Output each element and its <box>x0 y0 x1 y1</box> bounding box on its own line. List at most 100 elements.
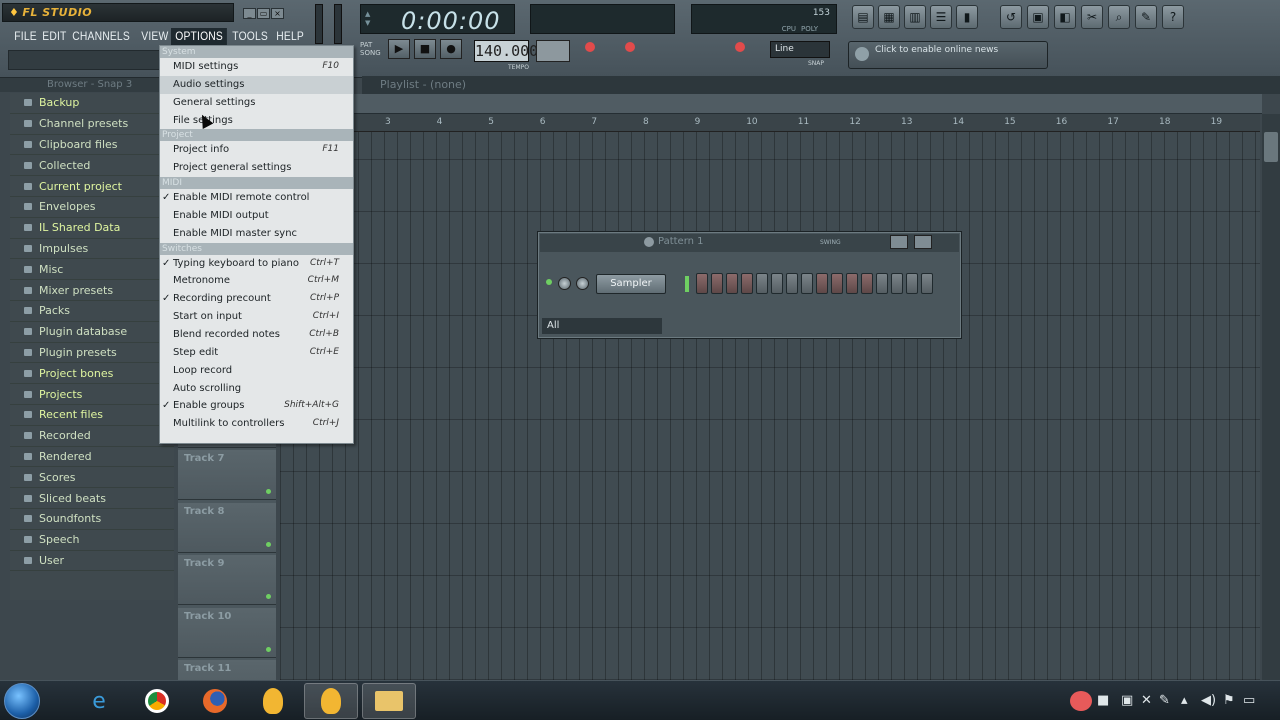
step-button[interactable] <box>846 273 858 294</box>
menu-item-project-info[interactable]: Project info F11 <box>160 141 353 159</box>
window-tray-icon[interactable]: ▣ <box>1121 693 1133 708</box>
browser-folder-item[interactable]: Recent files <box>10 405 174 426</box>
step-button[interactable] <box>756 273 768 294</box>
internet-explorer-icon[interactable]: e <box>72 683 126 719</box>
browser-folder-item[interactable]: Envelopes <box>10 197 174 218</box>
render-icon[interactable]: ◧ <box>1054 5 1076 29</box>
browser-folder-item[interactable]: Impulses <box>10 239 174 260</box>
browser-header[interactable]: Browser - Snap 3 <box>0 78 174 92</box>
browser-folder-item[interactable]: Plugin presets <box>10 343 174 364</box>
browser-folder-item[interactable]: Current project <box>10 176 174 197</box>
menu-item-enable-midi-remote-control[interactable]: ✓ Enable MIDI remote control <box>160 189 353 207</box>
track-header[interactable]: Track 8 <box>178 502 276 553</box>
undo-icon[interactable]: ↺ <box>1000 5 1022 29</box>
network-tray-icon[interactable]: ✕ <box>1141 693 1152 708</box>
step-sequencer-icon[interactable]: ▦ <box>878 5 900 29</box>
menu-edit[interactable]: EDIT <box>38 28 71 46</box>
menu-item-step-edit[interactable]: Step edit Ctrl+E <box>160 344 353 362</box>
channel-select-indicator[interactable] <box>685 276 689 292</box>
chrome-icon[interactable] <box>130 683 184 719</box>
piano-roll-icon[interactable]: ▥ <box>904 5 926 29</box>
save-icon[interactable]: ▣ <box>1027 5 1049 29</box>
time-mode-icon[interactable]: ▲ ▼ <box>365 10 370 28</box>
step-button[interactable] <box>876 273 888 294</box>
recorder-tray-icon[interactable] <box>1070 691 1092 711</box>
loop-led-icon[interactable] <box>735 42 745 52</box>
track-mute-led[interactable] <box>266 541 271 547</box>
menu-item-blend-recorded-notes[interactable]: Blend recorded notes Ctrl+B <box>160 326 353 344</box>
menu-item-audio-settings[interactable]: Audio settings <box>160 75 353 94</box>
step-button[interactable] <box>696 273 708 294</box>
track-mute-led[interactable] <box>266 646 271 652</box>
track-header[interactable]: Track 9 <box>178 555 276 605</box>
menu-item-file-settings[interactable]: File settings <box>160 112 353 130</box>
graph-editor-icon[interactable] <box>890 235 908 249</box>
fl-studio-active-icon[interactable] <box>304 683 358 719</box>
browser-folder-item[interactable]: IL Shared Data <box>10 218 174 239</box>
project-info-icon[interactable]: ✎ <box>1135 5 1157 29</box>
step-button[interactable] <box>891 273 903 294</box>
step-button[interactable] <box>711 273 723 294</box>
menu-item-general-settings[interactable]: General settings <box>160 94 353 112</box>
menu-help[interactable]: HELP <box>272 28 308 46</box>
browser-folder-item[interactable]: Clipboard files <box>10 135 174 156</box>
browser-folder-item[interactable]: Sliced beats <box>10 488 174 509</box>
fl-studio-icon[interactable] <box>246 683 300 719</box>
stop-tray-icon[interactable]: ■ <box>1097 693 1109 708</box>
menu-file[interactable]: FILE <box>10 28 41 46</box>
step-button[interactable] <box>771 273 783 294</box>
menu-item-enable-groups[interactable]: ✓ Enable groups Shift+Alt+G <box>160 397 353 415</box>
browser-folder-item[interactable]: Misc <box>10 259 174 281</box>
step-button[interactable] <box>801 273 813 294</box>
master-pitch-slider[interactable] <box>334 4 342 44</box>
channel-volume-knob[interactable] <box>558 277 571 290</box>
volume-icon[interactable]: ◀) <box>1201 693 1216 708</box>
menu-tools[interactable]: TOOLS <box>228 28 272 46</box>
browser-icon[interactable]: ☰ <box>930 5 952 29</box>
metronome-led-icon[interactable] <box>625 42 635 52</box>
channel-filter-dropdown[interactable]: All <box>542 318 662 334</box>
playlist-icon[interactable]: ▤ <box>852 5 874 29</box>
track-header[interactable]: Track 10 <box>178 607 276 658</box>
menu-item-auto-scrolling[interactable]: Auto scrolling <box>160 380 353 398</box>
start-button[interactable] <box>4 683 40 719</box>
file-explorer-icon[interactable] <box>362 683 416 719</box>
show-hidden-icons-icon[interactable]: ▴ <box>1181 693 1188 708</box>
menu-item-midi-settings[interactable]: MIDI settings F10 <box>160 58 353 76</box>
browser-folder-item[interactable]: Speech <box>10 530 174 551</box>
pat-song-switch[interactable]: PAT SONG <box>360 41 381 57</box>
step-button[interactable] <box>921 273 933 294</box>
channel-mute-led[interactable] <box>546 279 552 285</box>
step-button[interactable] <box>726 273 738 294</box>
online-news-panel[interactable]: Click to enable online news <box>848 41 1048 69</box>
browser-folder-item[interactable]: Collected <box>10 155 174 177</box>
track-mute-led[interactable] <box>266 489 271 494</box>
scroll-thumb[interactable] <box>1264 132 1278 162</box>
browser-folder-item[interactable]: Recorded <box>10 426 174 447</box>
browser-folder-item[interactable]: Rendered <box>10 447 174 468</box>
mixer-icon[interactable]: ▮ <box>956 5 978 29</box>
step-button[interactable] <box>831 273 843 294</box>
close-button[interactable]: × <box>271 8 284 19</box>
record-button[interactable]: ● <box>440 39 462 59</box>
menu-item-multilink-to-controllers[interactable]: Multilink to controllers Ctrl+J <box>160 415 353 433</box>
help-icon[interactable]: ? <box>1162 5 1184 29</box>
playlist-grid[interactable] <box>280 132 1260 680</box>
channel-pan-knob[interactable] <box>576 277 589 290</box>
snap-dropdown[interactable]: Line <box>770 41 830 58</box>
track-mute-led[interactable] <box>266 594 271 599</box>
menu-item-metronome[interactable]: Metronome Ctrl+M <box>160 272 353 290</box>
channel-sampler-button[interactable]: Sampler <box>596 274 666 294</box>
play-button[interactable]: ▶ <box>388 39 410 59</box>
browser-folder-item[interactable]: Projects <box>10 384 174 405</box>
step-button[interactable] <box>741 273 753 294</box>
menu-item-enable-midi-output[interactable]: Enable MIDI output <box>160 207 353 225</box>
step-button[interactable] <box>861 273 873 294</box>
menu-channels[interactable]: CHANNELS <box>68 28 134 46</box>
browser-folder-item[interactable]: Mixer presets <box>10 280 174 301</box>
menu-item-typing-keyboard-to-piano[interactable]: ✓ Typing keyboard to piano Ctrl+T <box>160 255 353 273</box>
search-icon[interactable]: ⌕ <box>1108 5 1130 29</box>
menu-view[interactable]: VIEW <box>137 28 173 46</box>
tempo-display[interactable]: 140.000 <box>474 40 538 62</box>
step-button[interactable] <box>786 273 798 294</box>
